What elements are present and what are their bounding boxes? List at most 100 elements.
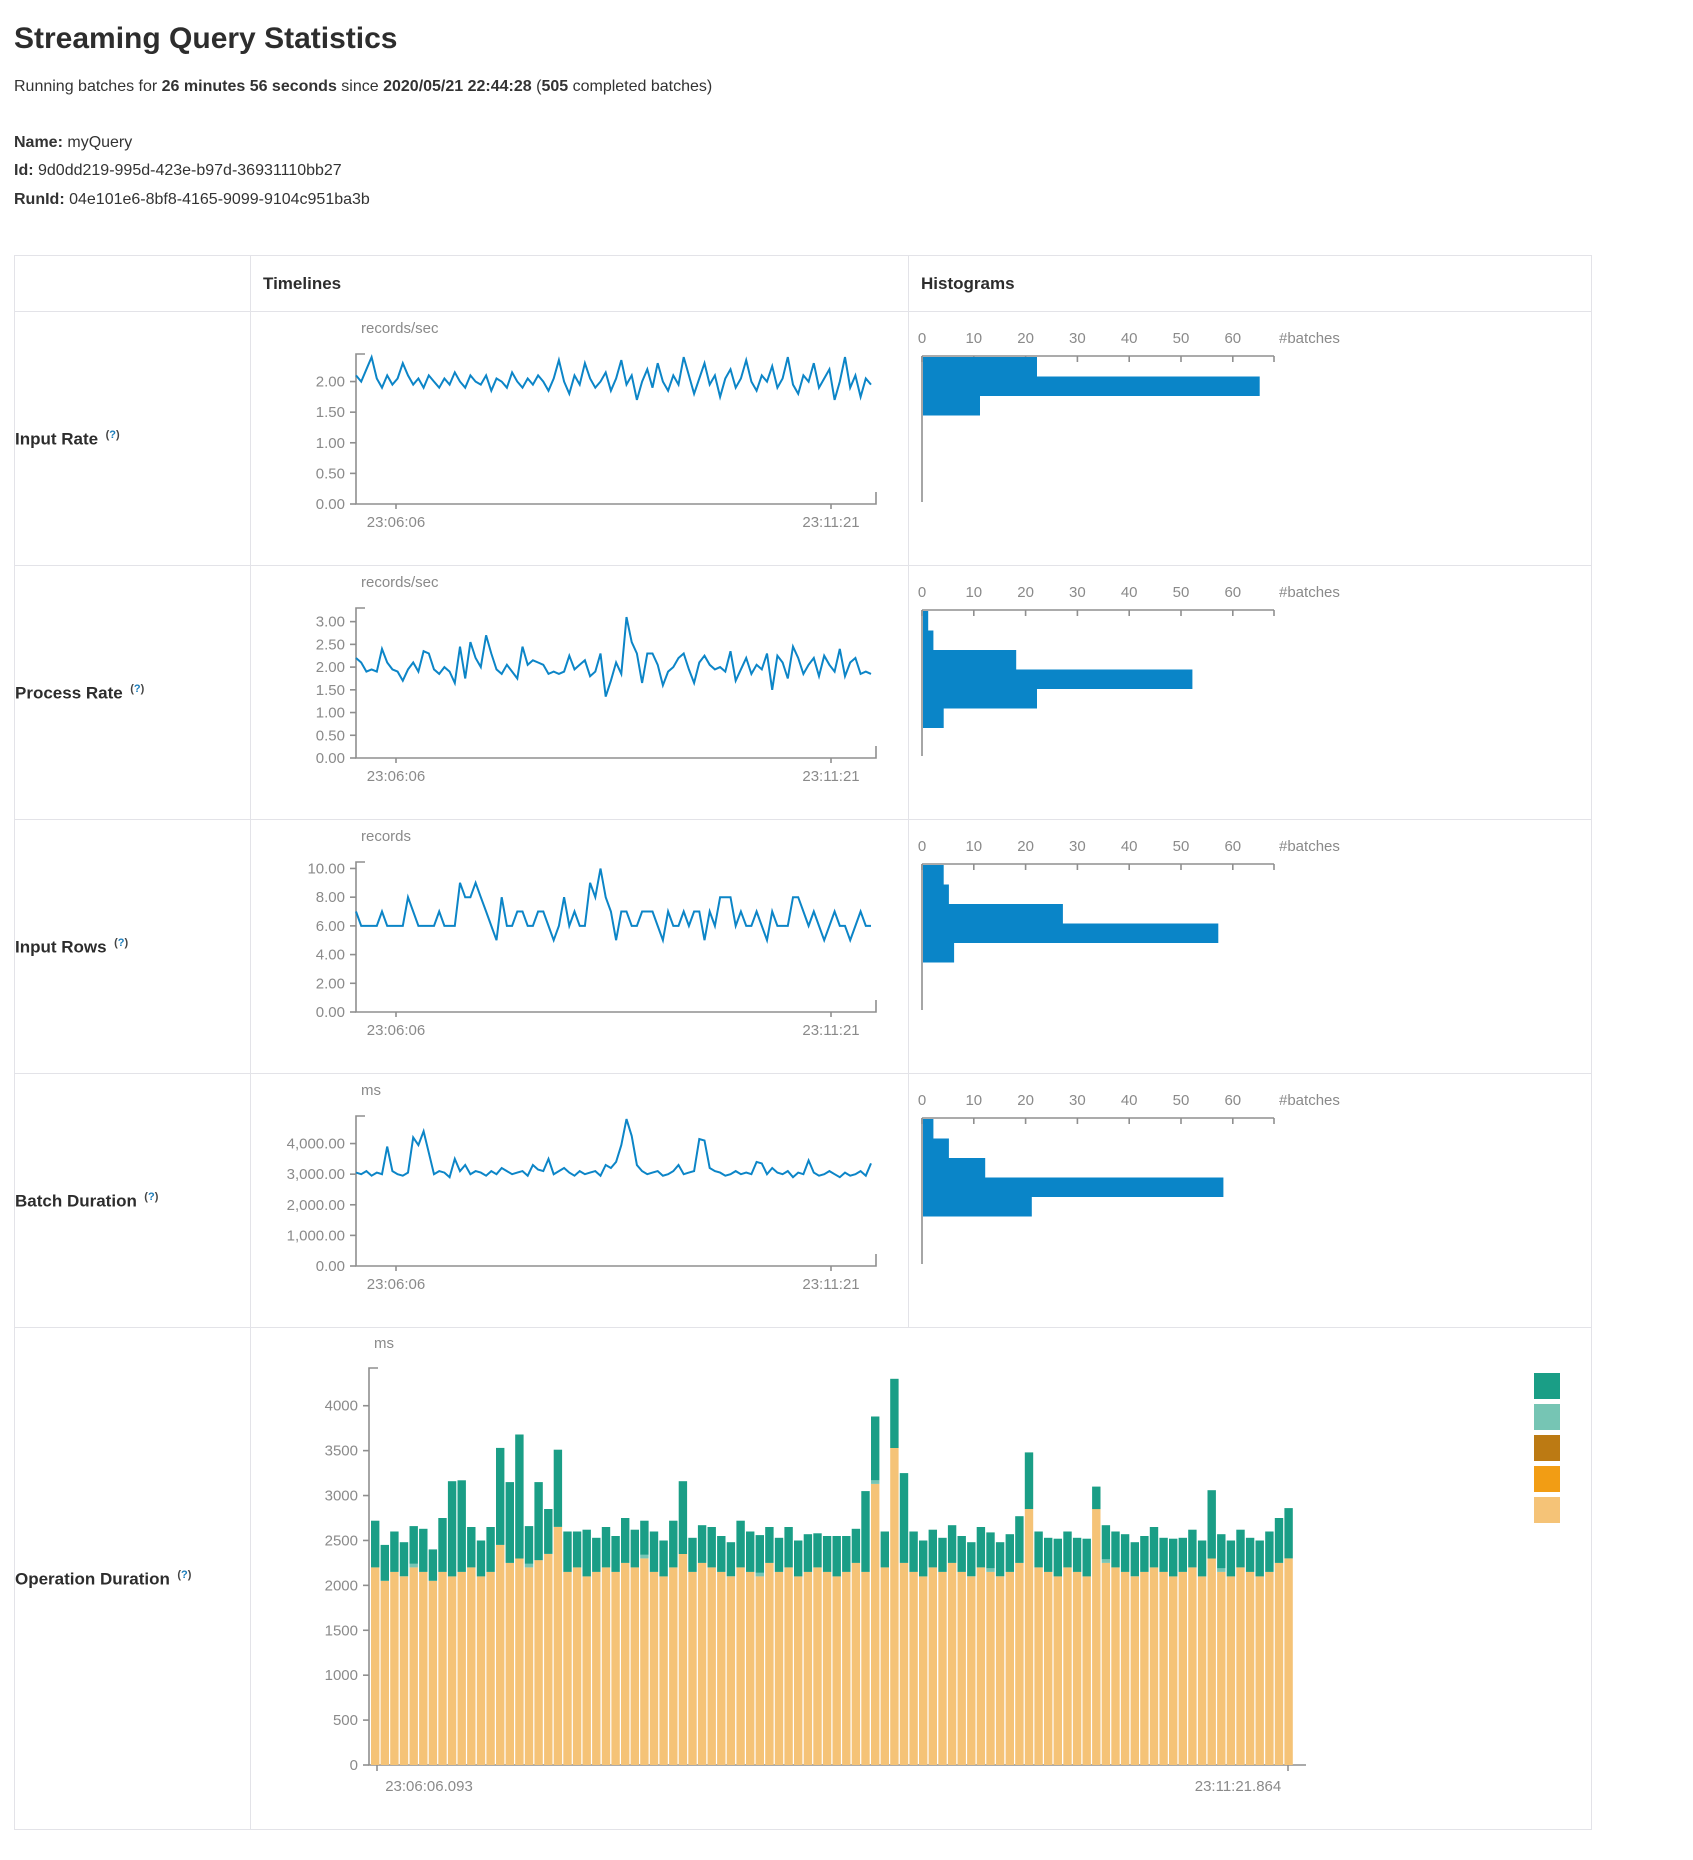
input-rate-timeline-chart: records/sec2.001.501.000.500.0023:06:062… [251, 312, 907, 560]
svg-text:23:06:06: 23:06:06 [367, 1022, 425, 1039]
svg-text:records/sec: records/sec [361, 320, 439, 337]
svg-text:23:06:06: 23:06:06 [367, 768, 425, 785]
svg-text:0.00: 0.00 [316, 1004, 345, 1021]
svg-text:#batches: #batches [1279, 1092, 1340, 1109]
svg-text:23:11:21: 23:11:21 [802, 768, 859, 785]
timeline-cell-process-rate: records/sec3.002.502.001.501.000.500.002… [251, 566, 909, 820]
query-name-label: Name: [14, 134, 63, 151]
svg-text:1.50: 1.50 [316, 682, 345, 699]
svg-text:40: 40 [1121, 330, 1138, 347]
completed-batches-count: 505 [541, 78, 568, 95]
svg-text:60: 60 [1224, 1092, 1241, 1109]
question-mark-icon: ? [148, 1191, 155, 1203]
query-name-value: myQuery [67, 134, 132, 151]
svg-text:50: 50 [1173, 1092, 1190, 1109]
svg-text:500: 500 [333, 1712, 358, 1729]
svg-text:20: 20 [1017, 330, 1034, 347]
help-icon-batch-duration[interactable]: (?) [144, 1191, 158, 1203]
svg-text:20: 20 [1017, 838, 1034, 855]
svg-text:1500: 1500 [325, 1622, 358, 1639]
label-cell-input-rows: Input Rows (?) [15, 820, 251, 1074]
histogram-cell-batch-duration: 0102030405060#batches [909, 1074, 1592, 1328]
svg-text:20: 20 [1017, 584, 1034, 601]
svg-text:0.50: 0.50 [316, 466, 345, 483]
input-rate-histogram-chart: 0102030405060#batches [909, 312, 1590, 560]
query-runid-label: RunId: [14, 191, 65, 208]
input-rows-timeline-chart: records10.008.006.004.002.000.0023:06:06… [251, 820, 907, 1068]
svg-text:records: records [361, 828, 411, 845]
svg-text:#batches: #batches [1279, 838, 1340, 855]
svg-text:50: 50 [1173, 838, 1190, 855]
svg-text:10: 10 [965, 330, 982, 347]
svg-text:23:06:06: 23:06:06 [367, 1276, 425, 1293]
timeline-cell-input-rate: records/sec2.001.501.000.500.0023:06:062… [251, 312, 909, 566]
help-paren: ) [188, 1569, 192, 1581]
running-summary: Running batches for 26 minutes 56 second… [14, 78, 1679, 96]
label-cell-process-rate: Process Rate (?) [15, 566, 251, 820]
process-rate-timeline-chart: records/sec3.002.502.001.501.000.500.002… [251, 566, 907, 814]
help-icon-operation-duration[interactable]: (?) [177, 1569, 191, 1581]
svg-text:3500: 3500 [325, 1443, 358, 1460]
svg-text:2.50: 2.50 [316, 637, 345, 654]
legend-swatch-1 [1534, 1404, 1560, 1430]
metric-label-batch-duration: Batch Duration [15, 1191, 137, 1210]
svg-text:2.00: 2.00 [316, 659, 345, 676]
svg-text:23:06:06: 23:06:06 [367, 514, 425, 531]
svg-text:#batches: #batches [1279, 584, 1340, 601]
svg-text:23:06:06.093: 23:06:06.093 [385, 1778, 473, 1795]
svg-text:0.00: 0.00 [316, 750, 345, 767]
help-icon-process-rate[interactable]: (?) [130, 683, 144, 695]
metric-label-input-rate: Input Rate [15, 429, 98, 448]
help-icon-input-rate[interactable]: (?) [106, 429, 120, 441]
histogram-cell-input-rate: 0102030405060#batches [909, 312, 1592, 566]
label-cell-batch-duration: Batch Duration (?) [15, 1074, 251, 1328]
svg-text:40: 40 [1121, 838, 1138, 855]
svg-text:10: 10 [965, 584, 982, 601]
svg-text:0: 0 [918, 584, 926, 601]
svg-text:50: 50 [1173, 584, 1190, 601]
metric-label-process-rate: Process Rate [15, 683, 123, 702]
svg-text:20: 20 [1017, 1092, 1034, 1109]
svg-text:4,000.00: 4,000.00 [287, 1136, 345, 1153]
svg-text:40: 40 [1121, 584, 1138, 601]
svg-text:0: 0 [350, 1757, 358, 1774]
label-cell-operation-duration: Operation Duration (?) [15, 1328, 251, 1830]
chart-cell-operation-duration: ms4000350030002500200015001000500023:06:… [251, 1328, 1592, 1830]
svg-text:0.00: 0.00 [316, 496, 345, 513]
metric-label-operation-duration: Operation Duration [15, 1569, 170, 1588]
query-runid-value: 04e101e6-8bf8-4165-9099-9104c951ba3b [69, 191, 370, 208]
batch-duration-timeline-chart: ms4,000.003,000.002,000.001,000.000.0023… [251, 1074, 907, 1322]
svg-text:2.00: 2.00 [316, 374, 345, 391]
svg-text:60: 60 [1224, 330, 1241, 347]
question-mark-icon: ? [134, 683, 141, 695]
row-batch-duration: Batch Duration (?) ms4,000.003,000.002,0… [15, 1074, 1592, 1328]
summary-paren: ( [532, 78, 542, 95]
metric-label-input-rows: Input Rows [15, 937, 107, 956]
summary-prefix: Running batches for [14, 78, 162, 95]
help-paren: ) [124, 937, 128, 949]
svg-text:30: 30 [1069, 584, 1086, 601]
page-title: Streaming Query Statistics [14, 22, 1679, 56]
process-rate-histogram-chart: 0 10 20 30 40 50 60 #batches [909, 566, 1590, 814]
svg-text:#batches: #batches [1279, 330, 1340, 347]
svg-text:ms: ms [374, 1335, 394, 1352]
svg-text:1,000.00: 1,000.00 [287, 1228, 345, 1245]
svg-text:4000: 4000 [325, 1398, 358, 1415]
svg-text:10.00: 10.00 [307, 861, 345, 878]
help-paren: ) [116, 429, 120, 441]
svg-text:10: 10 [965, 1092, 982, 1109]
svg-text:ms: ms [361, 1082, 381, 1099]
svg-text:23:11:21: 23:11:21 [802, 514, 859, 531]
svg-text:2.00: 2.00 [316, 975, 345, 992]
help-icon-input-rows[interactable]: (?) [114, 937, 128, 949]
table-header-row: Timelines Histograms [15, 256, 1592, 312]
svg-text:0.50: 0.50 [316, 727, 345, 744]
row-operation-duration: Operation Duration (?) ms400035003000250… [15, 1328, 1592, 1830]
question-mark-icon: ? [181, 1569, 188, 1581]
svg-text:23:11:21.864: 23:11:21.864 [1195, 1778, 1281, 1795]
svg-text:8.00: 8.00 [316, 889, 345, 906]
svg-text:60: 60 [1224, 584, 1241, 601]
query-id-line: Id: 9d0dd219-995d-423e-b97d-36931110bb27 [14, 158, 1679, 184]
operation-duration-stacked-chart: ms4000350030002500200015001000500023:06:… [251, 1328, 1590, 1824]
query-info: Name: myQuery Id: 9d0dd219-995d-423e-b97… [14, 130, 1679, 213]
